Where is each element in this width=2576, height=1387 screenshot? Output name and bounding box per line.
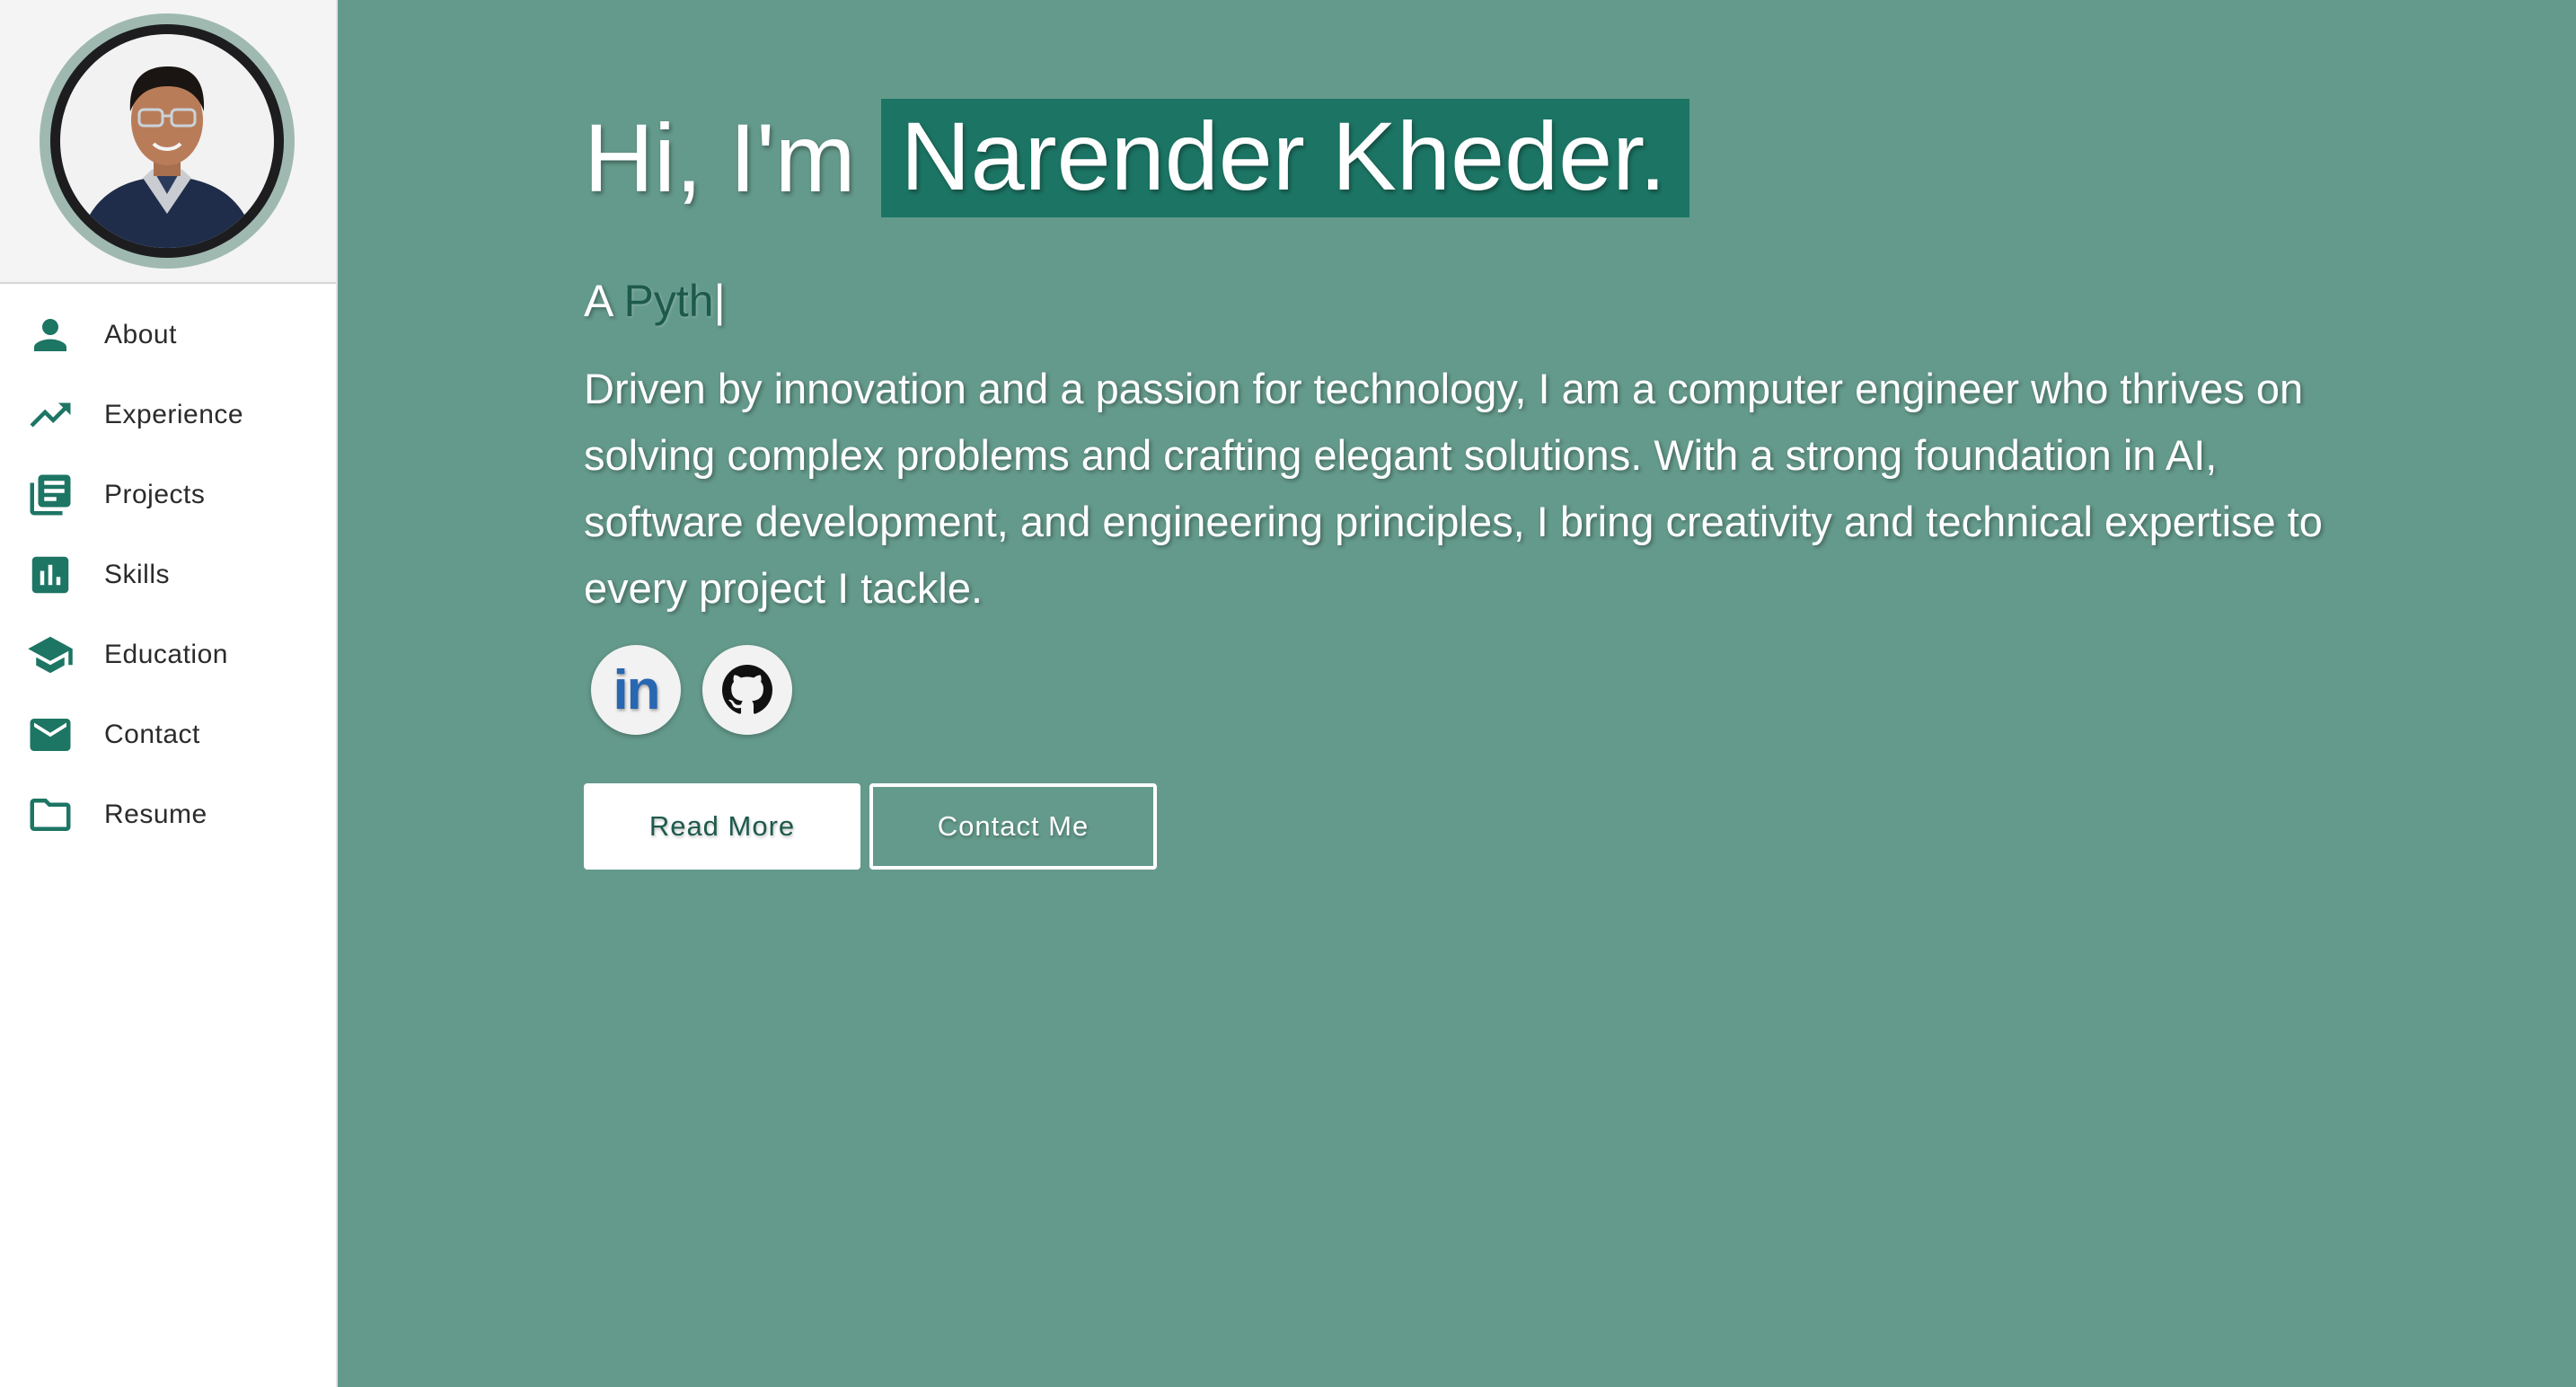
person-icon <box>25 310 75 360</box>
hero-bio: Driven by innovation and a passion for t… <box>584 365 2323 612</box>
sidebar-item-label: About <box>104 319 177 349</box>
social-links: in <box>591 645 792 735</box>
hero-name: Narender Kheder. <box>880 99 1690 217</box>
hero-actions: Read More Contact Me <box>584 783 1157 870</box>
trending-up-icon <box>25 390 75 440</box>
person-photo-icon <box>60 34 274 248</box>
read-more-button[interactable]: Read More <box>584 783 860 870</box>
sidebar: About Experience Projects Skills Educati… <box>0 0 338 1387</box>
sidebar-item-label: Contact <box>104 719 200 749</box>
profile-photo <box>50 24 284 258</box>
linkedin-link[interactable]: in <box>591 645 681 735</box>
github-link[interactable] <box>702 645 792 735</box>
page-title: Hi, I'm Narender Kheder. <box>584 99 1690 217</box>
sidebar-item-label: Resume <box>104 799 207 829</box>
mail-icon <box>25 710 75 760</box>
sidebar-item-label: Skills <box>104 559 171 589</box>
github-icon <box>722 665 772 714</box>
typed-role-text: Pyth <box>623 276 714 326</box>
sidebar-item-projects[interactable]: Projects <box>0 455 336 534</box>
graduation-cap-icon <box>25 630 75 680</box>
profile-area <box>0 0 336 284</box>
sidebar-item-contact[interactable]: Contact <box>0 694 336 774</box>
contact-me-button[interactable]: Contact Me <box>869 783 1157 870</box>
sidebar-item-label: Experience <box>104 399 244 429</box>
sidebar-item-skills[interactable]: Skills <box>0 534 336 614</box>
subtitle-prefix: A <box>584 276 612 326</box>
sidebar-item-resume[interactable]: Resume <box>0 774 336 854</box>
sidebar-item-about[interactable]: About <box>0 295 336 375</box>
typing-cursor: | <box>713 276 726 326</box>
library-books-icon <box>25 470 75 520</box>
sidebar-item-label: Projects <box>104 479 206 509</box>
avatar[interactable] <box>40 13 295 269</box>
bar-chart-icon <box>25 550 75 600</box>
sidebar-item-experience[interactable]: Experience <box>0 375 336 455</box>
sidebar-item-label: Education <box>104 639 228 669</box>
portfolio-page: About Experience Projects Skills Educati… <box>0 0 2576 1387</box>
hero-subtitle: A Pyth| <box>584 275 726 327</box>
linkedin-icon: in <box>613 659 660 721</box>
folder-icon <box>25 790 75 840</box>
hero-greeting: Hi, I'm <box>584 103 856 212</box>
sidebar-item-education[interactable]: Education <box>0 614 336 694</box>
sidebar-nav: About Experience Projects Skills Educati… <box>0 284 336 854</box>
